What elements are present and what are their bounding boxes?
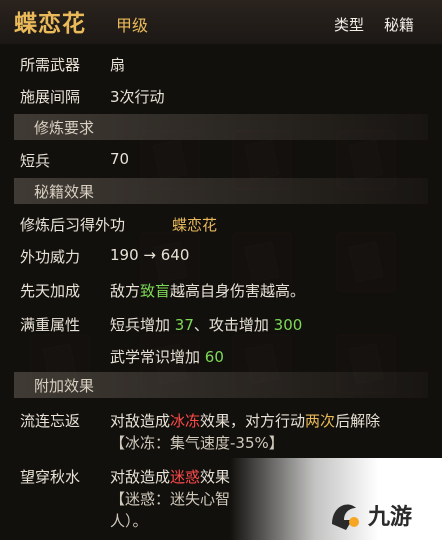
section-extra-title: 附加效果 — [34, 377, 95, 395]
autumn-detail-2: 人）。 — [110, 512, 148, 530]
watermark-icon: 九游 — [332, 504, 412, 530]
full-weight-value: 短兵增加 37、攻击增加 300 — [110, 314, 302, 335]
item-name: 蝶恋花 — [14, 11, 86, 37]
autumn-detail: 【迷惑：迷失心智 — [110, 490, 231, 508]
linger-value: 对敌造成冰冻效果，对方行动两次后解除 — [110, 410, 380, 431]
innate-keyword: 致盲 — [140, 282, 171, 300]
item-type-label: 类型 — [334, 16, 365, 34]
linger-text-1: 对敌造成 — [110, 412, 171, 430]
full-weight-label: 满重属性 — [20, 316, 81, 334]
watermark-text: 九游 — [367, 504, 412, 530]
innate-value: 敌方致盲越高自身伤害越高。 — [110, 280, 305, 301]
cast-interval-label: 施展间隔 — [20, 88, 81, 106]
requirement-value: 70 — [110, 150, 130, 168]
full-weight-attr-2: 、攻击增加 — [193, 316, 269, 334]
innate-text-2: 越高自身伤害越高。 — [170, 282, 306, 300]
item-type-value: 秘籍 — [384, 16, 415, 34]
full-weight-attr-3: 武学常识增加 — [110, 348, 201, 366]
required-weapon-value: 扇 — [110, 56, 126, 74]
linger-text-2: 效果，对方行动 — [200, 412, 306, 430]
learn-label: 修炼后习得外功 — [20, 216, 126, 234]
full-weight-attr-2-value: 300 — [268, 316, 303, 334]
autumn-label: 望穿秋水 — [20, 468, 81, 486]
power-label: 外功威力 — [20, 248, 81, 266]
section-effects: 秘籍效果 — [14, 178, 428, 204]
full-weight-attr-1-value: 37 — [170, 316, 194, 334]
autumn-text-2: 效果 — [200, 468, 231, 486]
section-requirements: 修炼要求 — [14, 114, 428, 140]
full-weight-value-2: 武学常识增加 60 — [110, 346, 224, 367]
linger-count: 两次 — [305, 412, 336, 430]
power-to: 640 — [160, 246, 190, 264]
watermark-logo: 九游 — [326, 494, 434, 534]
linger-label: 流连忘返 — [20, 412, 81, 430]
requirement-label: 短兵 — [20, 152, 51, 170]
section-requirements-title: 修炼要求 — [34, 119, 95, 137]
linger-detail: 【冰冻：集气速度-35%】 — [110, 434, 284, 452]
power-from: 190 — [110, 246, 139, 264]
tooltip-header: 蝶恋花 甲级 类型 秘籍 — [0, 0, 442, 44]
autumn-text-1: 对敌造成 — [110, 468, 171, 486]
autumn-value: 对敌造成迷惑效果 — [110, 466, 230, 487]
linger-text-3: 后解除 — [335, 412, 381, 430]
autumn-keyword: 迷惑 — [170, 468, 201, 486]
full-weight-attr-1: 短兵增加 — [110, 316, 171, 334]
linger-keyword: 冰冻 — [170, 412, 201, 430]
full-weight-attr-3-value: 60 — [200, 348, 224, 366]
required-weapon-label: 所需武器 — [20, 56, 81, 74]
innate-text-1: 敌方 — [110, 282, 141, 300]
cast-interval-value: 3次行动 — [110, 88, 165, 106]
power-value: 190 → 640 — [110, 246, 189, 264]
power-arrow: → — [143, 246, 156, 264]
learn-value: 蝶恋花 — [172, 216, 218, 234]
section-effects-title: 秘籍效果 — [34, 183, 95, 201]
section-extra: 附加效果 — [14, 372, 428, 398]
item-grade: 甲级 — [116, 16, 149, 35]
innate-label: 先天加成 — [20, 282, 81, 300]
